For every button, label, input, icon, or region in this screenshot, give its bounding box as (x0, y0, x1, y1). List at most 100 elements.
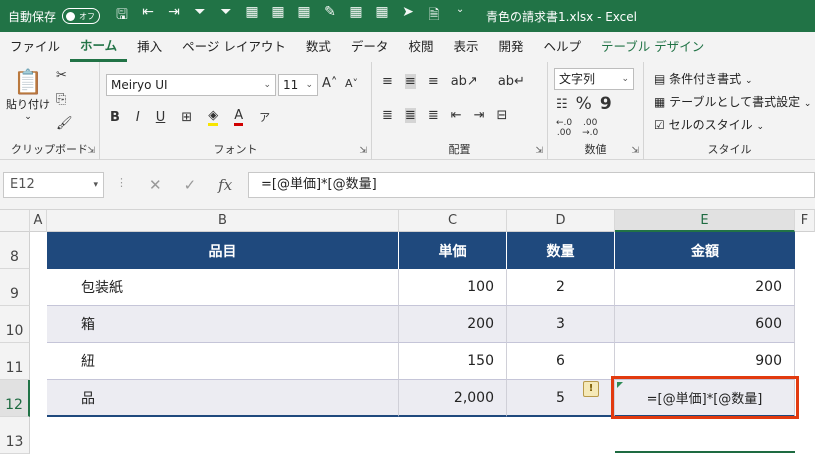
grid-icon-2[interactable]: ▦ (270, 4, 286, 28)
tab-view[interactable]: 表示 (443, 32, 488, 62)
comma-button[interactable]: 9 (600, 94, 612, 114)
select-all-corner[interactable] (0, 210, 30, 232)
align-right-icon[interactable]: ≣ (428, 108, 439, 123)
customize-qat-icon[interactable]: ⌄ (452, 4, 468, 28)
pointer-icon[interactable]: ➤ (400, 4, 416, 28)
undo-icon[interactable]: ⇤ (140, 4, 156, 28)
cut-icon[interactable]: ✂ (56, 68, 67, 83)
tab-data[interactable]: データ (341, 32, 399, 62)
bold-icon[interactable]: B (110, 110, 120, 125)
table-cell[interactable]: 包装紙 (47, 269, 399, 306)
enter-icon[interactable]: ✓ (184, 176, 197, 194)
align-center-icon[interactable]: ≣ (404, 108, 416, 123)
number-launcher-icon[interactable]: ⇲ (631, 146, 639, 156)
grid-icon-5[interactable]: ▦ (374, 4, 390, 28)
tab-review[interactable]: 校閲 (398, 32, 443, 62)
autosave[interactable]: 自動保存 オフ (8, 8, 101, 25)
tab-formulas[interactable]: 数式 (296, 32, 341, 62)
decrease-indent-icon[interactable]: ⇤ (451, 108, 462, 123)
font-launcher-icon[interactable]: ⇲ (359, 146, 367, 156)
table-cell[interactable]: 箱 (47, 306, 399, 343)
formula-input[interactable]: =[@単価]*[@数量] (248, 172, 815, 198)
cell-styles-button[interactable]: ☑ セルのスタイル ⌄ (654, 116, 764, 133)
italic-icon[interactable]: I (136, 110, 140, 125)
table-cell[interactable]: 150 (399, 343, 507, 380)
column-header-a[interactable]: A (30, 210, 47, 232)
align-middle-icon[interactable]: ≡ (404, 74, 416, 89)
redo-icon[interactable]: ⇥ (166, 4, 182, 28)
table-cell[interactable]: 6 (507, 343, 615, 380)
conditional-formatting-button[interactable]: ▤ 条件付き書式 ⌄ (654, 70, 753, 87)
table-cell[interactable]: 紐 (47, 343, 399, 380)
number-format-select[interactable]: 文字列 ⌄ (554, 68, 634, 90)
name-box[interactable]: E12 ▾ (3, 172, 104, 198)
align-bottom-icon[interactable]: ≡ (428, 74, 439, 89)
autosave-toggle[interactable]: オフ (62, 8, 101, 24)
row-header-9[interactable]: 9 (0, 269, 30, 306)
format-as-table-button[interactable]: ▦ テーブルとして書式設定 ⌄ (654, 93, 811, 110)
wrap-text-icon[interactable]: ab↵ (498, 74, 525, 89)
column-header-b[interactable]: B (47, 210, 399, 232)
align-left-icon[interactable]: ≣ (382, 108, 393, 123)
brush-icon[interactable]: ✎ (322, 4, 338, 28)
row-header-10[interactable]: 10 (0, 306, 30, 343)
tab-page-layout[interactable]: ページ レイアウト (172, 32, 296, 62)
phonetic-icon[interactable]: ア (259, 109, 270, 125)
grid-icon-3[interactable]: ▦ (296, 4, 312, 28)
paste-button[interactable]: 📋 貼り付け ⌄ (6, 68, 50, 122)
grow-font-icon[interactable]: A˄ (322, 76, 337, 91)
document-icon[interactable]: 🗎 (426, 4, 442, 28)
table-cell[interactable]: 品 (47, 380, 399, 417)
grid-icon-4[interactable]: ▦ (348, 4, 364, 28)
alignment-launcher-icon[interactable]: ⇲ (535, 146, 543, 156)
copy-icon[interactable]: ⎘ (56, 92, 66, 107)
format-painter-icon[interactable]: 🖌 (56, 116, 73, 131)
table-cell[interactable]: 900 (615, 343, 795, 380)
grid-icon[interactable]: ▦ (244, 4, 260, 28)
table-header-amount[interactable]: 金額 (615, 232, 795, 269)
increase-indent-icon[interactable]: ⇥ (474, 108, 485, 123)
filter-icon[interactable]: ⏷ (192, 4, 208, 28)
fill-color-icon[interactable]: ◈ (208, 108, 219, 126)
tab-file[interactable]: ファイル (0, 32, 70, 62)
font-size-select[interactable]: 11 ⌄ (278, 74, 318, 96)
font-name-select[interactable]: Meiryo UI ⌄ (106, 74, 276, 96)
row-header-13[interactable]: 13 (0, 417, 30, 454)
save-icon[interactable]: 🖫 (114, 4, 130, 28)
tab-help[interactable]: ヘルプ (533, 32, 591, 62)
table-cell[interactable]: 2 (507, 269, 615, 306)
table-cell[interactable]: 3 (507, 306, 615, 343)
cancel-icon[interactable]: ✕ (149, 176, 162, 194)
column-header-d[interactable]: D (507, 210, 615, 232)
table-cell[interactable]: 200 (615, 269, 795, 306)
table-cell[interactable]: 2,000 (399, 380, 507, 417)
row-header-8[interactable]: 8 (0, 232, 30, 269)
increase-decimal-icon[interactable]: ←.0.00 (556, 118, 572, 138)
column-header-e[interactable]: E (615, 210, 795, 232)
align-top-icon[interactable]: ≡ (382, 74, 393, 89)
column-header-f[interactable]: F (795, 210, 815, 232)
currency-icon[interactable]: ☷ (556, 97, 568, 112)
tab-insert[interactable]: 挿入 (127, 32, 172, 62)
merge-icon[interactable]: ⊟ (497, 108, 508, 123)
shrink-font-icon[interactable]: A˅ (345, 77, 358, 90)
filter-clear-icon[interactable]: ⏷ (218, 4, 234, 28)
table-cell[interactable]: 200 (399, 306, 507, 343)
tab-table-design[interactable]: テーブル デザイン (591, 32, 714, 62)
percent-button[interactable]: % (576, 94, 592, 114)
row-header-11[interactable]: 11 (0, 343, 30, 380)
table-cell[interactable]: 100 (399, 269, 507, 306)
table-header-quantity[interactable]: 数量 (507, 232, 615, 269)
borders-icon[interactable]: ⊞ (181, 110, 192, 125)
underline-icon[interactable]: U (156, 110, 166, 125)
column-header-c[interactable]: C (399, 210, 507, 232)
decrease-decimal-icon[interactable]: .00 →.0 (582, 118, 598, 138)
row-header-12[interactable]: 12 (0, 380, 30, 417)
table-header-item[interactable]: 品目 (47, 232, 399, 269)
tab-developer[interactable]: 開発 (488, 32, 533, 62)
tab-home[interactable]: ホーム (70, 32, 128, 62)
font-color-icon[interactable]: A (234, 108, 244, 126)
clipboard-launcher-icon[interactable]: ⇲ (87, 146, 95, 156)
insert-function-icon[interactable]: fx (218, 176, 232, 194)
table-cell[interactable]: 600 (615, 306, 795, 343)
